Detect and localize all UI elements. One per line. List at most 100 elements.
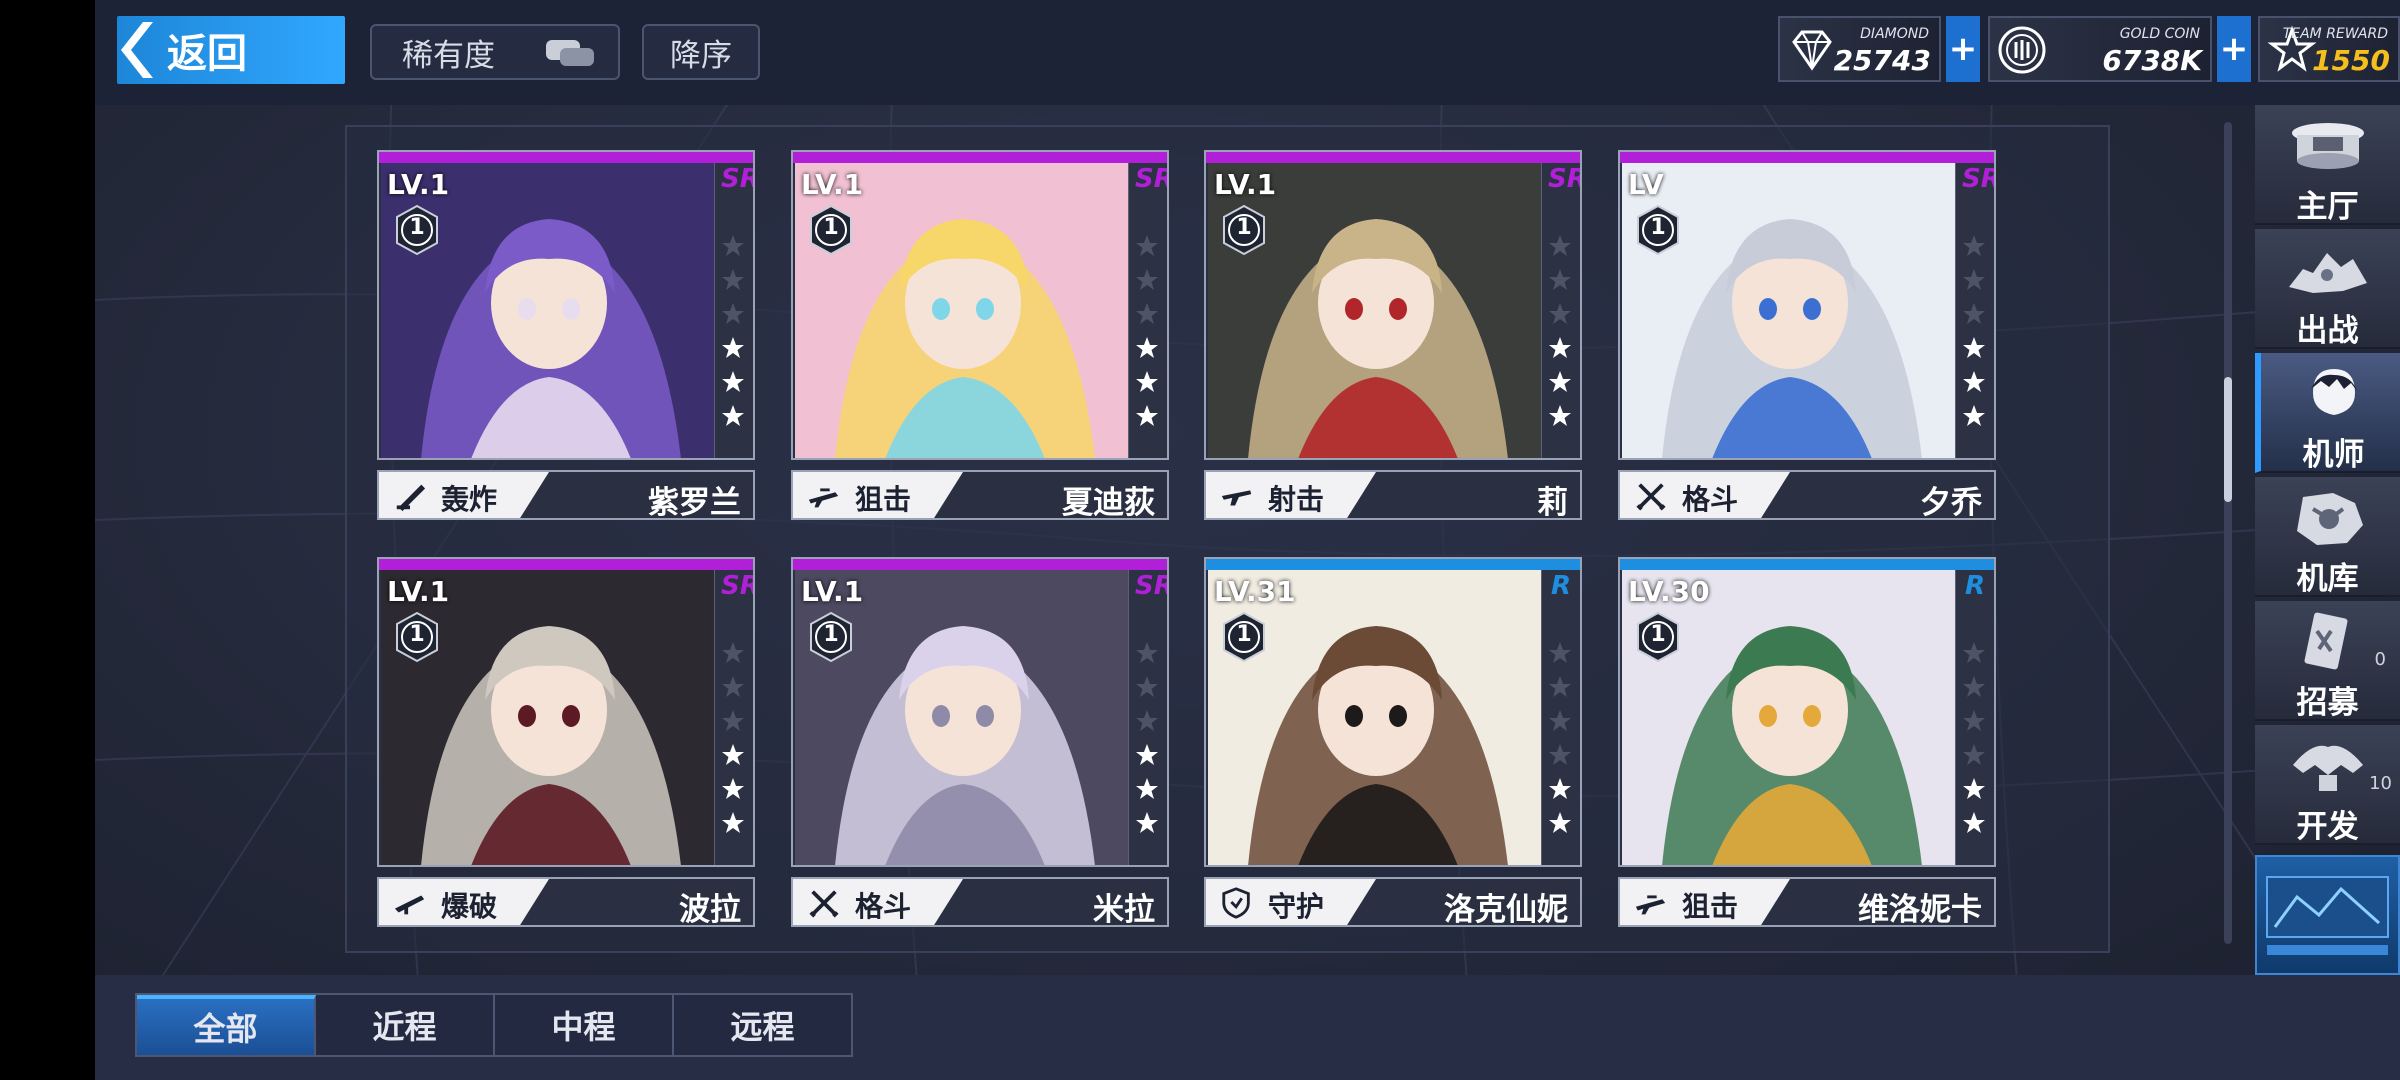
nav-item-label: 机库 [2296,561,2359,597]
rank-badge: 1 [1218,204,1270,256]
currency-name: GOLD COIN [2119,26,2200,42]
pilot-level: LV [1628,168,1664,201]
star-filled-icon [1136,778,1158,799]
star-empty-icon [1549,676,1571,697]
tab-mid-range[interactable]: 中程 [495,995,674,1055]
pilot-portrait-frame: R LV.30 1 [1618,557,1996,867]
star-empty-icon [1963,676,1985,697]
star-empty-icon [1136,269,1158,290]
pilot-card[interactable]: SR LV.1 1 轰炸 紫罗兰 [377,150,755,537]
develop-count: 10 [2369,773,2392,794]
star-filled-icon [1549,405,1571,426]
pilot-icon [2311,369,2357,415]
star-filled-icon [722,744,744,765]
pilot-card[interactable]: SR LV.1 1 狙击 夏迪荻 [791,150,1169,537]
recruit-card-icon [2304,612,2348,670]
nav-item-label: 招募 [2296,685,2359,721]
star-empty-icon [1963,269,1985,290]
rank-number: 1 [823,622,839,647]
rarity-bar [1620,559,1994,570]
rarity-label: SR [1548,164,1580,194]
pilot-name: 夏迪荻 [1062,485,1155,521]
assault-rifle-icon [1221,490,1252,506]
pilot-info-bar: 狙击 维洛妮卡 [1618,877,1996,928]
star-empty-icon [1136,642,1158,663]
pilot-name: 波拉 [679,892,741,928]
team-reward-counter: TEAM REWARD 1550 [2258,16,2400,82]
toggle-icon [546,40,594,66]
nav-item-battle[interactable]: 出战 [2255,229,2400,349]
star-filled-icon [1549,778,1571,799]
tab-close-range[interactable]: 近程 [316,995,495,1055]
rank-number: 1 [1650,622,1666,647]
rarity-bar [379,559,753,570]
sniper-rifle-icon [808,488,839,508]
rarity-label: R [1964,571,1986,601]
rank-badge: 1 [805,204,857,256]
star-empty-icon [722,235,744,256]
nav-item-hangar[interactable]: 机库 [2255,477,2400,597]
crossed-swords-icon [1636,483,1666,511]
rocket-launcher-icon [394,895,425,915]
add-diamond-button[interactable]: + [1946,16,1980,82]
pilot-card[interactable]: R LV.30 1 狙击 维洛妮卡 [1618,557,1996,944]
currency-value: 1550 [2312,44,2390,77]
chevron-left-icon [121,22,153,78]
pilot-info-bar: 守护 洛克仙妮 [1204,877,1582,928]
star-filled-icon [1136,744,1158,765]
scrollbar[interactable] [2224,122,2232,944]
pilot-name: 紫罗兰 [648,485,741,521]
nav-item-label: 机师 [2302,437,2365,473]
nav-banner-map[interactable] [2255,855,2400,975]
nav-item-hall[interactable]: 主厅 [2255,105,2400,225]
rarity-sort-label: 稀有度 [402,37,495,74]
pilot-card[interactable]: R LV.31 1 守护 洛克仙妮 [1204,557,1582,944]
star-empty-icon [1549,269,1571,290]
pilot-name: 夕乔 [1920,485,1982,521]
rank-badge: 1 [1632,611,1684,663]
rank-badge: 1 [391,204,443,256]
star-empty-icon [1549,303,1571,324]
nav-item-develop[interactable]: 10 开发 [2255,725,2400,845]
tab-all[interactable]: 全部 [137,995,316,1055]
rarity-sort-button[interactable]: 稀有度 [370,24,620,80]
nav-item-pilot[interactable]: 机师 [2255,353,2400,473]
scroll-thumb[interactable] [2224,377,2232,502]
gold-coin-counter: GOLD COIN 6738K [1988,16,2212,82]
rarity-bar [379,152,753,163]
pilot-class-tag: 轰炸 [379,472,549,518]
pilot-class-tag: 狙击 [1620,879,1790,925]
pilot-level: LV.1 [387,168,450,201]
star-empty-icon [1963,710,1985,731]
pilot-card[interactable]: SR LV.1 1 爆破 波拉 [377,557,755,944]
pilot-portrait-frame: R LV.31 1 [1204,557,1582,867]
pilot-class-label: 格斗 [855,890,912,923]
pilot-class-label: 爆破 [441,890,498,923]
nav-item-recruit[interactable]: 0 招募 [2255,601,2400,721]
diamond-icon [1792,30,1832,71]
star-empty-icon [722,642,744,663]
star-filled-icon [1136,371,1158,392]
sniper-rifle-icon [1635,895,1666,915]
pilot-info-bar: 轰炸 紫罗兰 [377,470,755,521]
rarity-bar [1620,152,1994,163]
pilot-portrait-frame: SR LV.1 1 [791,557,1169,867]
star-empty-icon [722,269,744,290]
star-filled-icon [722,371,744,392]
tab-long-range[interactable]: 远程 [674,995,851,1055]
star-empty-icon [1963,303,1985,324]
order-button[interactable]: 降序 [642,24,760,80]
add-gold-coin-button[interactable]: + [2217,16,2251,82]
pilot-card[interactable]: SR LV.1 1 射击 莉 [1204,150,1582,537]
rarity-label: SR [721,571,753,601]
pilot-card[interactable]: SR LV 1 格斗 夕乔 [1618,150,1996,537]
pilot-level: LV.1 [387,575,450,608]
star-empty-icon [1963,744,1985,765]
back-button[interactable]: 返回 [117,16,345,84]
pilot-info-bar: 狙击 夏迪荻 [791,470,1169,521]
pilot-card[interactable]: SR LV.1 1 格斗 米拉 [791,557,1169,944]
pilot-class-label: 狙击 [1682,890,1739,923]
star-empty-icon [1136,303,1158,324]
rank-number: 1 [823,215,839,240]
bottom-bar: 全部 近程 中程 远程 [95,975,2400,1080]
